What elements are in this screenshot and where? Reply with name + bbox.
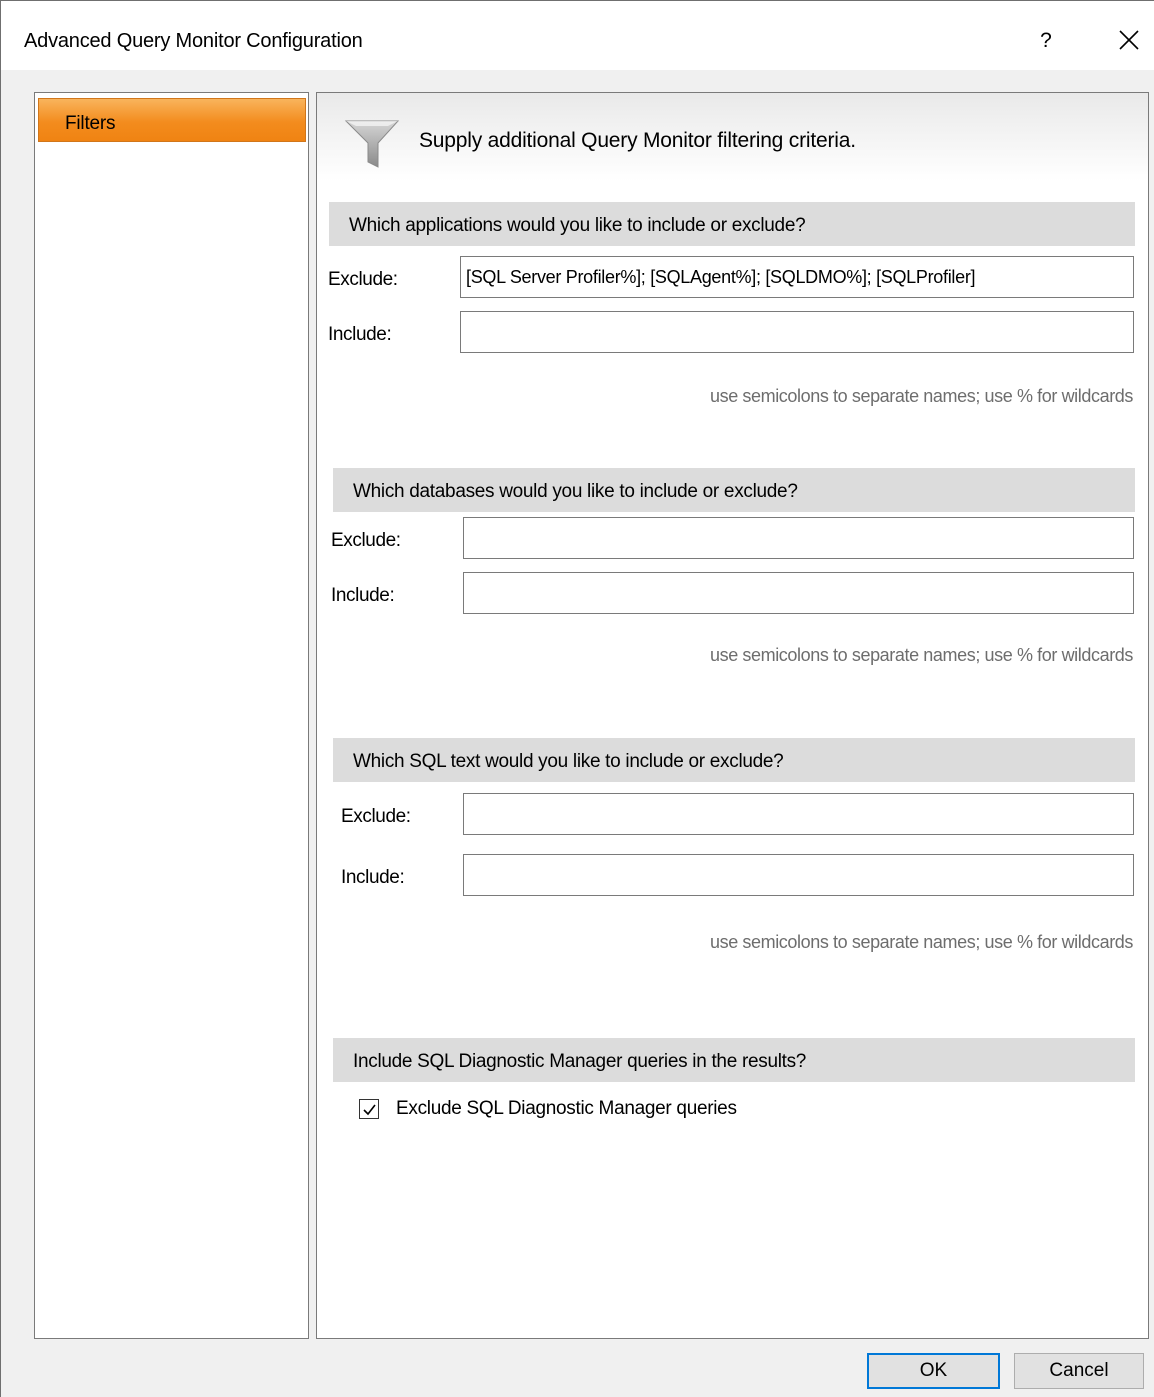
databases-include-label: Include:: [331, 585, 395, 606]
help-button[interactable]: ?: [1031, 23, 1061, 59]
applications-exclude-label: Exclude:: [328, 269, 398, 290]
ok-button[interactable]: OK: [867, 1353, 1000, 1389]
close-button[interactable]: [1111, 21, 1147, 61]
databases-include-input[interactable]: [463, 572, 1134, 614]
databases-exclude-input[interactable]: [463, 517, 1134, 559]
section-title: Include SQL Diagnostic Manager queries i…: [353, 1051, 807, 1072]
databases-exclude-label: Exclude:: [331, 530, 401, 551]
dialog-title: Advanced Query Monitor Configuration: [24, 30, 363, 52]
databases-hint: use semicolons to separate names; use % …: [709, 645, 1133, 665]
sql-text-exclude-input[interactable]: [463, 793, 1134, 835]
dialog: Advanced Query Monitor Configuration ? F…: [0, 0, 1154, 1397]
funnel-icon: [344, 120, 400, 168]
section-header-sql-text: Which SQL text would you like to include…: [333, 738, 1135, 782]
applications-include-label: Include:: [328, 324, 392, 345]
header-band: Supply additional Query Monitor filterin…: [317, 93, 1148, 181]
exclude-sqldm-checkbox[interactable]: [359, 1099, 379, 1119]
applications-hint: use semicolons to separate names; use % …: [709, 386, 1133, 406]
sql-text-exclude-label: Exclude:: [341, 806, 411, 827]
sql-text-include-input[interactable]: [463, 854, 1134, 896]
content-panel: Supply additional Query Monitor filterin…: [316, 92, 1149, 1339]
nav-item-label: Filters: [65, 113, 116, 134]
section-title: Which databases would you like to includ…: [353, 481, 798, 502]
section-title: Which applications would you like to inc…: [349, 215, 806, 236]
cancel-button[interactable]: Cancel: [1014, 1353, 1144, 1389]
section-header-databases: Which databases would you like to includ…: [333, 468, 1135, 512]
sql-text-hint: use semicolons to separate names; use % …: [709, 932, 1133, 952]
nav-panel: Filters: [34, 92, 309, 1339]
exclude-sqldm-label: Exclude SQL Diagnostic Manager queries: [396, 1098, 737, 1119]
sql-text-include-label: Include:: [341, 867, 405, 888]
title-bar: Advanced Query Monitor Configuration ?: [1, 1, 1154, 70]
section-title: Which SQL text would you like to include…: [353, 751, 784, 772]
applications-exclude-input[interactable]: [460, 256, 1134, 298]
checkmark-icon: [363, 1104, 376, 1116]
close-icon: [1119, 30, 1139, 50]
section-header-sqldm: Include SQL Diagnostic Manager queries i…: [333, 1038, 1135, 1082]
section-header-applications: Which applications would you like to inc…: [329, 202, 1135, 246]
header-text: Supply additional Query Monitor filterin…: [419, 129, 856, 152]
nav-item-filters[interactable]: Filters: [38, 98, 306, 142]
applications-include-input[interactable]: [460, 311, 1134, 353]
